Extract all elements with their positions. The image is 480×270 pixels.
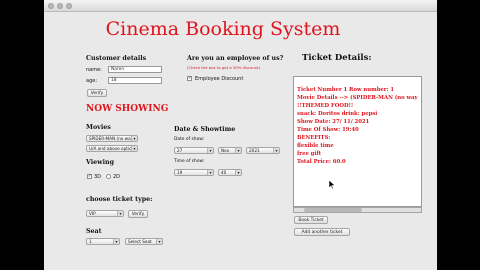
minimize-window-icon[interactable] <box>57 3 63 9</box>
customer-details-heading: Customer details <box>86 55 147 62</box>
ticket-line: Movie Details --> (SPIDER-MAN (no way <box>297 95 418 101</box>
minute-select-value: 40 <box>221 170 227 175</box>
ticket-details-textarea[interactable]: Ticket Number 1 Row number: 1 Movie Deta… <box>293 76 422 207</box>
ticket-line: Ticket Number 1 Row number: 1 <box>297 87 395 93</box>
view-2d-label: 2D <box>113 174 121 180</box>
seat-label: Seat <box>86 228 102 235</box>
name-label: name: <box>86 67 102 73</box>
ticket-details-heading: Ticket Details: <box>302 53 372 63</box>
zoom-window-icon[interactable] <box>66 3 72 9</box>
verify-ticket-type-button[interactable]: Verify <box>128 210 148 218</box>
movie-select[interactable]: SPIDER-MAN (no wa… ▾ <box>86 135 138 142</box>
add-another-ticket-button[interactable]: Add another ticket <box>294 228 350 236</box>
now-showing-heading: NOW SHOWING <box>86 104 169 114</box>
seat-number-select[interactable]: Select Seat ▾ <box>125 238 163 245</box>
chevron-down-icon: ▾ <box>207 148 213 153</box>
viewing-label: Viewing <box>86 159 114 166</box>
time-of-show-label: Time of show: <box>174 159 205 164</box>
chevron-down-icon: ▾ <box>207 170 213 175</box>
employee-discount-checkbox[interactable]: ✓ <box>187 76 192 81</box>
close-window-icon[interactable] <box>48 3 54 9</box>
ticket-line: BENEFITS: <box>297 135 331 141</box>
year-select[interactable]: 2021 ▾ <box>246 147 280 154</box>
ticket-type-select[interactable]: VIP ▾ <box>86 210 124 217</box>
age-rating-select[interactable]: U/A and above options ▾ <box>86 145 138 152</box>
chevron-down-icon: ▾ <box>273 148 279 153</box>
minute-select[interactable]: 40 ▾ <box>218 169 242 176</box>
name-input[interactable]: Naren <box>108 66 162 73</box>
ticket-line: flexible time <box>297 143 334 149</box>
month-select-value: Nov <box>221 148 230 153</box>
day-select-value: 27 <box>177 148 183 153</box>
movie-select-value: SPIDER-MAN (no wa… <box>89 136 135 141</box>
chevron-down-icon: ▾ <box>117 211 123 216</box>
ticket-line: !!THEMED FOOD!! <box>297 103 354 109</box>
book-ticket-button[interactable]: Book Ticket <box>294 216 328 224</box>
employee-question: Are you an employee of us? <box>187 55 284 62</box>
scrollbar-thumb[interactable] <box>304 208 362 212</box>
chevron-down-icon: ▾ <box>131 136 137 141</box>
age-rating-select-value: U/A and above options <box>89 146 137 151</box>
year-select-value: 2021 <box>249 148 260 153</box>
chevron-down-icon: ▾ <box>235 148 241 153</box>
app-window: Cinema Booking System Customer details n… <box>44 0 437 270</box>
view-2d-radio[interactable] <box>106 174 111 179</box>
ticket-line: free gift <box>297 151 322 157</box>
day-select[interactable]: 27 ▾ <box>174 147 214 154</box>
movies-label: Movies <box>86 124 111 131</box>
hour-select-value: 19 <box>177 170 183 175</box>
chevron-down-icon: ▾ <box>235 170 241 175</box>
date-showtime-heading: Date & Showtime <box>174 126 236 133</box>
ticket-type-select-value: VIP <box>89 211 96 216</box>
view-3d-label: 3D <box>94 174 102 180</box>
app-title: Cinema Booking System <box>105 18 341 40</box>
date-of-show-label: Date of show: <box>174 137 205 142</box>
seat-number-select-value: Select Seat <box>128 239 152 244</box>
ticket-line: Show Date: 27/ 11/ 2021 <box>297 119 370 125</box>
employee-discount-label: Employee Discount <box>195 76 244 82</box>
month-select[interactable]: Nov ▾ <box>218 147 242 154</box>
view-3d-checkbox[interactable]: ✓ <box>87 174 92 179</box>
window-titlebar <box>44 0 437 12</box>
chevron-down-icon: ▾ <box>131 146 137 151</box>
mouse-cursor-icon <box>329 180 336 190</box>
ticket-type-label: choose ticket type: <box>86 196 153 203</box>
ticket-line: Time Of Show: 19:40 <box>297 127 359 133</box>
verify-age-button[interactable]: Verify <box>87 89 107 97</box>
age-input[interactable]: 18 <box>108 77 162 84</box>
age-label: age: <box>86 78 97 84</box>
ticket-line: snack: Doritos drink: pepsi <box>297 111 378 117</box>
chevron-down-icon: ▾ <box>156 239 162 244</box>
employee-discount-note: (Check the box to get a 30% discount) <box>187 65 261 70</box>
seat-row-select-value: 1 <box>89 239 92 244</box>
chevron-down-icon: ▾ <box>113 239 119 244</box>
hour-select[interactable]: 19 ▾ <box>174 169 214 176</box>
ticket-line: Total Price: 60.0 <box>297 159 346 165</box>
seat-row-select[interactable]: 1 ▾ <box>86 238 120 245</box>
